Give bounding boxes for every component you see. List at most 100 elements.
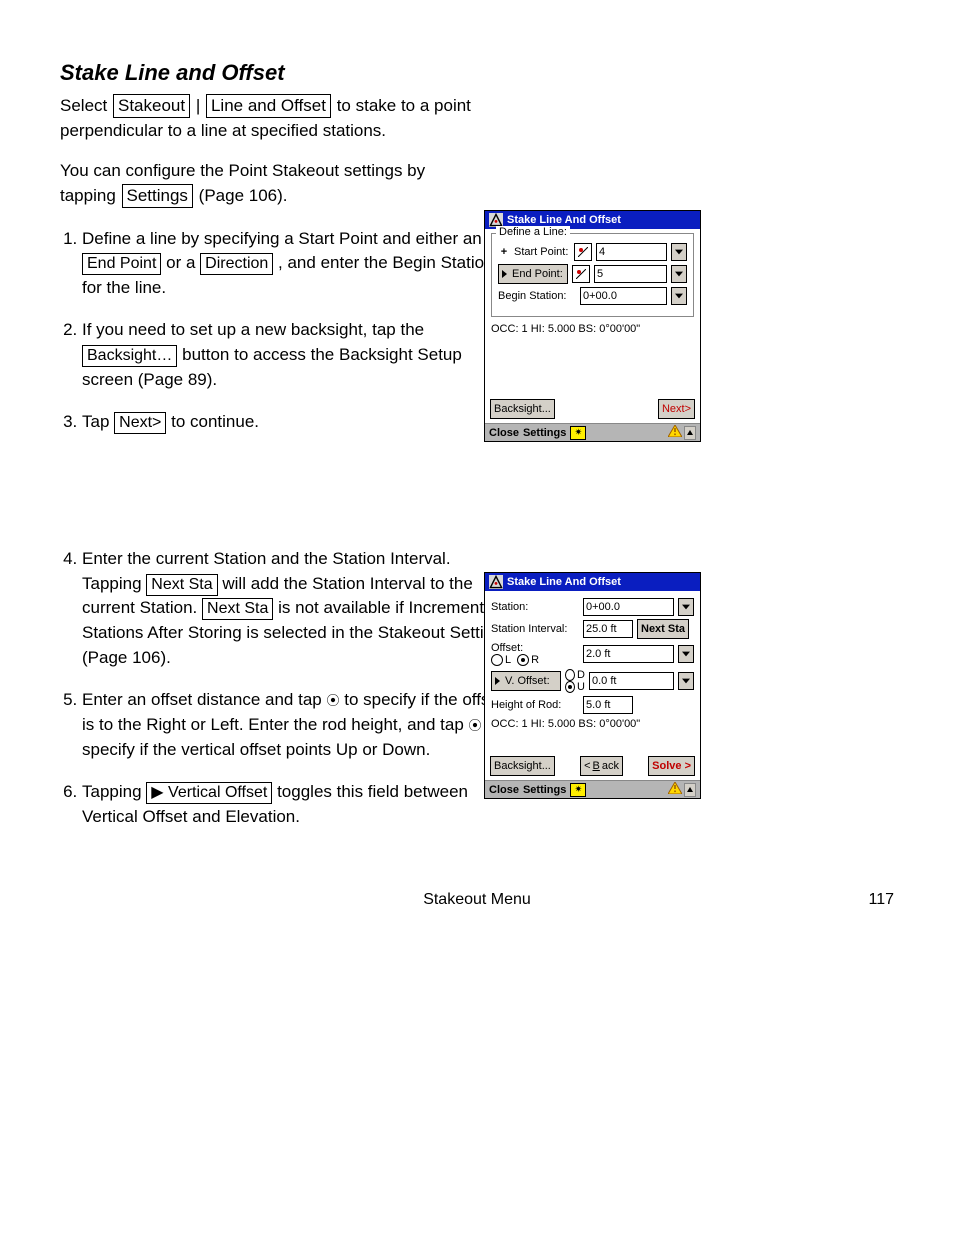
end-point-toggle-button[interactable]: End Point: (498, 264, 568, 284)
dropdown-icon[interactable] (678, 598, 694, 616)
offset-right-radio[interactable] (517, 654, 529, 666)
dropdown-icon[interactable] (671, 243, 687, 261)
app-icon (489, 575, 503, 589)
start-point-label: Start Point: (514, 246, 570, 258)
start-point-input[interactable]: 4 (596, 243, 667, 261)
back-button[interactable]: < Back (580, 756, 623, 776)
dropdown-icon[interactable] (678, 672, 694, 690)
dialog-define-line: Stake Line And Offset Define a Line: + S… (484, 210, 701, 442)
warning-icon (668, 782, 682, 797)
radio-glyph-2: ⦿ (469, 718, 482, 733)
settings-button-ref: Settings (122, 184, 193, 208)
end-point-button-ref: End Point (82, 253, 161, 275)
footer-section-label: Stakeout Menu (0, 891, 954, 909)
define-a-line-group: Define a Line: + Start Point: 4 End P (491, 233, 694, 317)
text: Select (60, 96, 112, 115)
dropdown-icon[interactable] (671, 287, 687, 305)
backsight-button[interactable]: Backsight... (490, 399, 555, 419)
chevron-right-icon (495, 677, 500, 685)
text: to continue. (171, 412, 259, 431)
stakeout-button-ref: Stakeout (113, 94, 190, 118)
settings-link[interactable]: Settings (523, 427, 566, 439)
solve-button[interactable]: Solve > (648, 756, 695, 776)
text: Enter an offset distance and tap (82, 690, 326, 709)
offset-left-radio[interactable] (491, 654, 503, 666)
text: | (196, 96, 205, 115)
chevron-right-icon (502, 270, 507, 278)
end-point-input[interactable]: 5 (594, 265, 667, 283)
vertical-offset-button-ref: ▶ Vertical Offset (146, 782, 272, 804)
next-button-ref: Next> (114, 412, 166, 434)
settings-paragraph: You can configure the Point Stakeout set… (60, 159, 480, 208)
offset-input[interactable]: 2.0 ft (583, 645, 674, 663)
star-icon[interactable]: ✷ (570, 783, 586, 797)
next-sta-button[interactable]: Next Sta (637, 619, 689, 639)
v-offset-u-radio[interactable] (565, 681, 575, 693)
close-link[interactable]: Close (489, 427, 519, 439)
section-heading: Stake Line and Offset (60, 60, 894, 86)
map-pick-icon[interactable] (572, 265, 590, 283)
dropdown-icon[interactable] (671, 265, 687, 283)
title-text: Stake Line And Offset (507, 214, 621, 226)
next-button[interactable]: Next> (658, 399, 695, 419)
next-sta-button-ref-2: Next Sta (202, 598, 273, 620)
offset-l-label: L (505, 654, 511, 666)
step-3: Tap Next> to continue. (82, 410, 512, 435)
status-line: OCC: 1 HI: 5.000 BS: 0°00'00" (491, 718, 694, 730)
warning-icon (668, 425, 682, 440)
group-legend: Define a Line: (496, 226, 570, 238)
text: If you need to set up a new backsight, t… (82, 320, 424, 339)
steps-list-1: Define a line by specifying a Start Poin… (60, 227, 512, 435)
star-icon[interactable]: ✷ (570, 426, 586, 440)
v-offset-d-radio[interactable] (565, 669, 575, 681)
footer-page-number: 117 (868, 891, 894, 909)
step-6: Tapping ▶ Vertical Offset toggles this f… (82, 780, 512, 829)
dialog-station-offset: Stake Line And Offset Station: 0+00.0 St… (484, 572, 701, 799)
radio-glyph: ⦿ (326, 693, 339, 708)
v-d-label: D (577, 669, 585, 681)
text: or a (166, 253, 200, 272)
v-offset-input[interactable]: 0.0 ft (589, 672, 674, 690)
v-u-label: U (577, 681, 585, 693)
backsight-button[interactable]: Backsight... (490, 756, 555, 776)
station-input[interactable]: 0+00.0 (583, 598, 674, 616)
height-of-rod-input[interactable]: 5.0 ft (583, 696, 633, 714)
plus-icon: + (498, 246, 510, 258)
step-4: Enter the current Station and the Statio… (82, 547, 512, 670)
text: Tapping (82, 782, 146, 801)
up-arrow-icon[interactable] (684, 426, 696, 440)
end-point-btn-label: End Point: (512, 266, 563, 282)
station-interval-label: Station Interval: (491, 623, 579, 635)
next-sta-button-ref: Next Sta (146, 574, 217, 596)
v-offset-btn-label: V. Offset: (505, 673, 550, 689)
map-pick-icon[interactable] (574, 243, 592, 261)
close-link[interactable]: Close (489, 784, 519, 796)
text: (Page 106). (199, 186, 288, 205)
dropdown-icon[interactable] (678, 645, 694, 663)
status-line: OCC: 1 HI: 5.000 BS: 0°00'00" (491, 323, 694, 335)
begin-station-input[interactable]: 0+00.0 (580, 287, 667, 305)
step-2: If you need to set up a new backsight, t… (82, 318, 512, 392)
begin-station-label: Begin Station: (498, 290, 576, 302)
step-1: Define a line by specifying a Start Poin… (82, 227, 512, 301)
backsight-button-ref: Backsight… (82, 345, 177, 367)
steps-list-2: Enter the current Station and the Statio… (60, 547, 512, 829)
offset-label: Offset: (491, 642, 579, 654)
step-5: Enter an offset distance and tap ⦿ to sp… (82, 688, 512, 762)
title-text: Stake Line And Offset (507, 576, 621, 588)
offset-r-label: R (531, 654, 539, 666)
text: Define a line by specifying a Start Poin… (82, 229, 482, 248)
height-of-rod-label: Height of Rod: (491, 699, 579, 711)
text: Tap (82, 412, 114, 431)
station-interval-input[interactable]: 25.0 ft (583, 620, 633, 638)
up-arrow-icon[interactable] (684, 783, 696, 797)
titlebar: Stake Line And Offset (485, 573, 700, 591)
settings-link[interactable]: Settings (523, 784, 566, 796)
line-and-offset-button-ref: Line and Offset (206, 94, 331, 118)
app-icon (489, 213, 503, 227)
bottom-bar: Close Settings ✷ (485, 780, 700, 798)
station-label: Station: (491, 601, 579, 613)
direction-button-ref: Direction (200, 253, 273, 275)
v-offset-toggle-button[interactable]: V. Offset: (491, 671, 561, 691)
intro-paragraph: Select Stakeout | Line and Offset to sta… (60, 94, 480, 143)
